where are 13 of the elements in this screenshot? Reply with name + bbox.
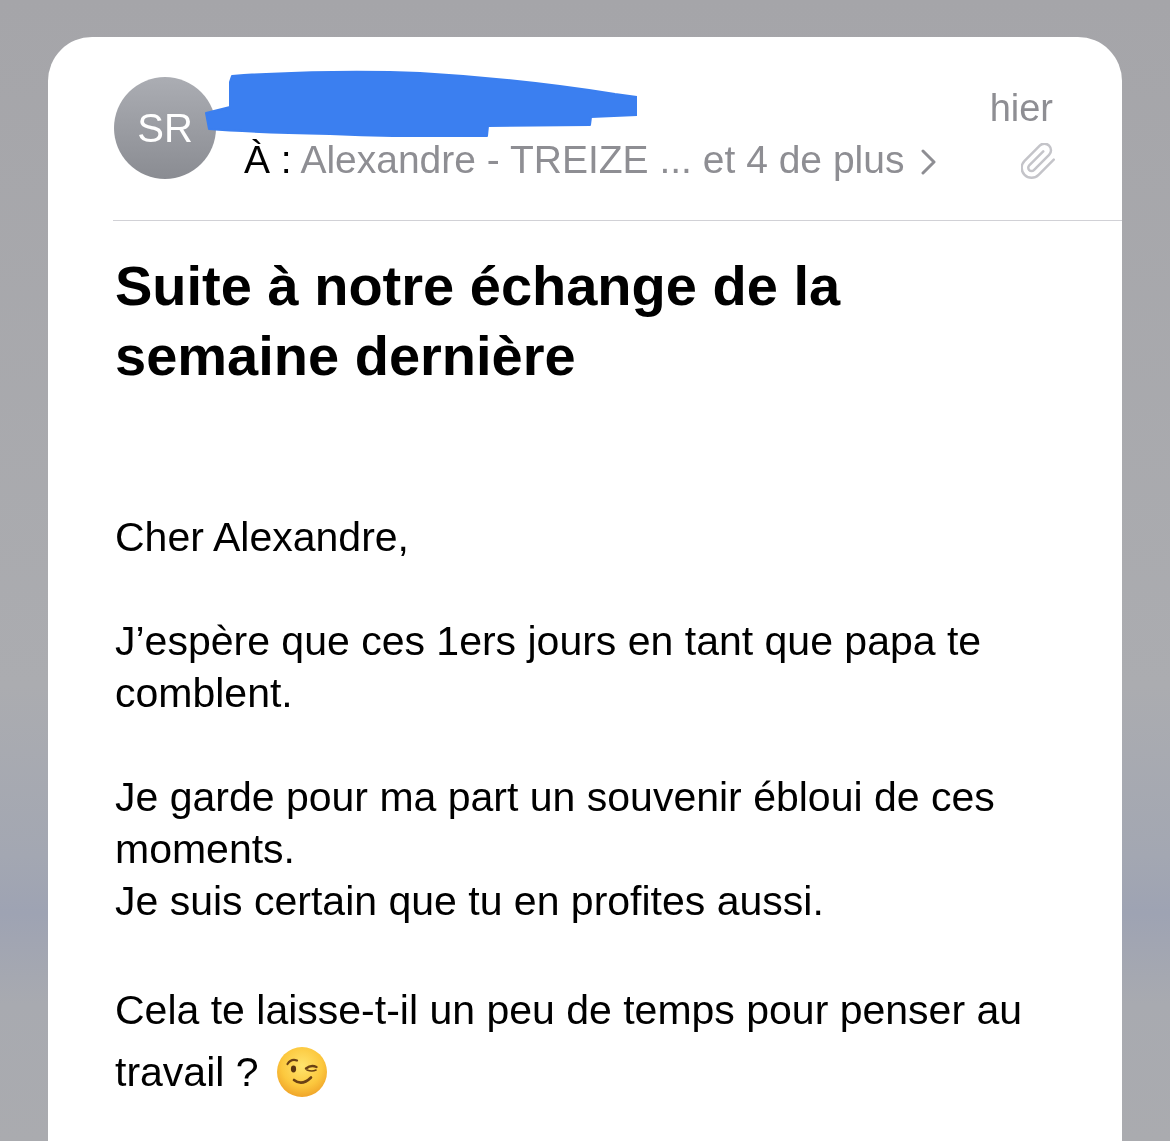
chevron-icon (921, 149, 938, 175)
body-text: J’espère que ces 1ers jours en tant que papa te comblent. (115, 617, 983, 718)
recipients-label: À : (244, 138, 292, 181)
body-text: Cela te laisse-t-il un peu de temps pour penser au (115, 986, 1024, 1035)
recipients-link[interactable]: Alexandre - TREIZE ... et 4 de plus (300, 138, 938, 181)
body-text: Je suis certain que tu en profites aussi. (115, 877, 825, 926)
sender-avatar: SR (114, 77, 216, 179)
winking-face-icon (276, 1047, 327, 1097)
date-label: hier (989, 86, 1053, 131)
body-text: Je garde pour ma part un souvenir ébloui de ces moments. (115, 773, 996, 874)
body-text: Cher Alexandre, (115, 513, 410, 562)
body-text: travail ? (115, 1048, 259, 1097)
email-subject: Suite à notre échange de la semaine dernière (115, 253, 842, 389)
